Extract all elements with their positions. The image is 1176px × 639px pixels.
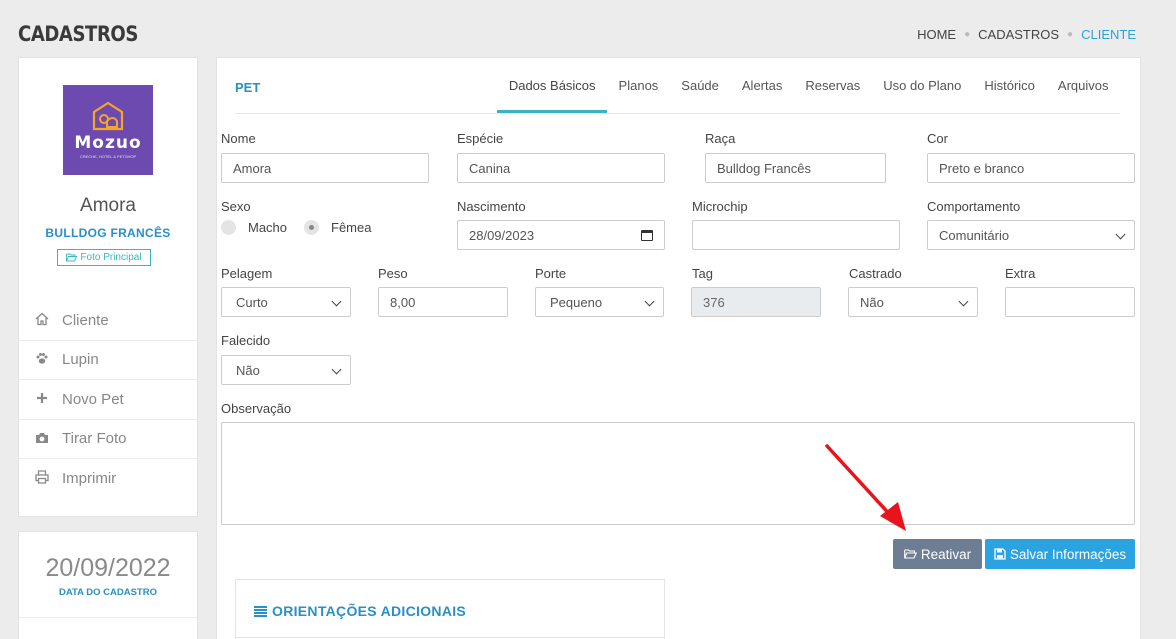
printer-icon xyxy=(34,470,50,487)
list-icon xyxy=(254,605,267,617)
camera-icon xyxy=(34,431,50,447)
tab-saude[interactable]: Saúde xyxy=(670,58,731,113)
main-photo-label: Foto Principal xyxy=(80,252,142,263)
side-item-cliente[interactable]: Cliente xyxy=(19,301,197,341)
dog-house-icon xyxy=(92,101,124,131)
comportamento-label: Comportamento xyxy=(927,199,1021,214)
extra-label: Extra xyxy=(1005,266,1036,281)
side-item-label: Lupin xyxy=(62,351,99,369)
castrado-select[interactable]: Não xyxy=(848,287,978,317)
radio-macho-label: Macho xyxy=(248,220,288,235)
sexo-femea-option[interactable]: Fêmea xyxy=(304,220,371,235)
falecido-select[interactable]: Não xyxy=(221,355,351,385)
tag-input: 376 xyxy=(691,287,821,317)
home-icon xyxy=(34,312,50,329)
tab-alertas[interactable]: Alertas xyxy=(730,58,793,113)
falecido-label: Falecido xyxy=(221,333,271,348)
tab-arquivos[interactable]: Arquivos xyxy=(1046,58,1120,113)
tag-label: Tag xyxy=(692,266,713,281)
nascimento-label: Nascimento xyxy=(457,199,526,214)
side-item-imprimir[interactable]: Imprimir xyxy=(19,459,197,499)
side-item-label: Tirar Foto xyxy=(62,430,127,448)
pet-name: Amora xyxy=(80,195,136,216)
additional-guidelines-title[interactable]: ORIENTAÇÕES ADICIONAIS xyxy=(254,603,466,619)
card-title: PET xyxy=(235,80,261,95)
microchip-label: Microchip xyxy=(692,199,748,214)
save-label: Salvar Informações xyxy=(1009,546,1127,562)
radio-macho[interactable] xyxy=(221,220,236,235)
tab-bar: Dados Básicos Planos Saúde Alertas Reser… xyxy=(497,58,1120,113)
tab-reservas[interactable]: Reservas xyxy=(794,58,872,113)
castrado-label: Castrado xyxy=(849,266,902,281)
comportamento-select[interactable]: Comunitário xyxy=(927,220,1135,250)
pet-breed: BULLDOG FRANCÊS xyxy=(45,226,171,240)
logo-text: Mozuo xyxy=(74,133,142,153)
nome-label: Nome xyxy=(221,131,256,146)
tab-uso-do-plano[interactable]: Uso do Plano xyxy=(872,58,973,113)
nascimento-date-input[interactable]: 28/09/2023 xyxy=(457,220,665,250)
divider xyxy=(236,637,664,638)
main-photo-button[interactable]: Foto Principal xyxy=(57,249,151,266)
side-item-novo-pet[interactable]: Novo Pet xyxy=(19,380,197,420)
especie-label: Espécie xyxy=(457,131,504,146)
extra-input[interactable] xyxy=(1005,287,1135,317)
folder-open-icon xyxy=(904,549,917,559)
paw-icon xyxy=(34,351,50,368)
side-item-lupin[interactable]: Lupin xyxy=(19,341,197,380)
especie-input[interactable]: Canina xyxy=(457,153,665,183)
side-item-label: Novo Pet xyxy=(62,390,124,408)
radio-femea[interactable] xyxy=(304,220,319,235)
pelagem-select[interactable]: Curto xyxy=(221,287,351,317)
radio-femea-label: Fêmea xyxy=(331,220,372,235)
microchip-input[interactable] xyxy=(692,220,900,250)
logo-tagline: CRECHE, HOTEL & PETSHOP xyxy=(79,154,137,159)
porte-select[interactable]: Pequeno xyxy=(535,287,664,317)
pet-profile-card: Mozuo CRECHE, HOTEL & PETSHOP Amora BULL… xyxy=(18,57,198,517)
registration-date-card: 20/09/2022 DATA DO CADASTRO xyxy=(18,531,198,639)
additional-guidelines-card: ORIENTAÇÕES ADICIONAIS xyxy=(235,579,665,639)
registration-date: 20/09/2022 xyxy=(45,554,171,582)
tab-planos[interactable]: Planos xyxy=(607,58,670,113)
nascimento-value: 28/09/2023 xyxy=(469,227,535,243)
breadcrumb-home[interactable]: HOME xyxy=(917,27,956,42)
side-menu: Cliente Lupin Novo Pet Tirar Foto Imprim… xyxy=(19,301,197,499)
save-button[interactable]: Salvar Informações xyxy=(985,539,1135,569)
cor-label: Cor xyxy=(927,131,948,146)
nome-input[interactable]: Amora xyxy=(221,153,429,183)
folder-open-icon xyxy=(66,253,78,262)
peso-label: Peso xyxy=(378,266,408,281)
divider xyxy=(19,617,197,618)
pet-photo: Mozuo CRECHE, HOTEL & PETSHOP xyxy=(63,85,153,175)
tab-dados-basicos[interactable]: Dados Básicos xyxy=(497,58,607,113)
reactivate-label: Reativar xyxy=(920,546,972,562)
raca-input[interactable]: Bulldog Francês xyxy=(705,153,886,183)
additional-guidelines-label: ORIENTAÇÕES ADICIONAIS xyxy=(272,603,467,619)
tabs-divider xyxy=(235,113,1120,114)
tab-historico[interactable]: Histórico xyxy=(973,58,1047,113)
page-title: CADASTROS xyxy=(18,22,138,46)
side-item-label: Cliente xyxy=(62,311,109,329)
breadcrumb-separator: ● xyxy=(964,29,971,40)
registration-date-label: DATA DO CADASTRO xyxy=(59,587,157,598)
calendar-icon[interactable] xyxy=(641,230,653,241)
side-item-tirar-foto[interactable]: Tirar Foto xyxy=(19,420,197,459)
save-icon xyxy=(994,548,1006,560)
observacao-textarea[interactable] xyxy=(221,422,1135,525)
observacao-label: Observação xyxy=(221,401,292,416)
breadcrumb-separator: ● xyxy=(1067,29,1074,40)
peso-input[interactable]: 8,00 xyxy=(378,287,508,317)
reactivate-button[interactable]: Reativar xyxy=(893,539,982,569)
raca-label: Raça xyxy=(705,131,736,146)
side-item-label: Imprimir xyxy=(62,470,117,488)
breadcrumb-cadastros[interactable]: CADASTROS xyxy=(978,27,1059,42)
breadcrumb: HOME ● CADASTROS ● CLIENTE xyxy=(917,27,1136,42)
sexo-label: Sexo xyxy=(221,199,251,214)
cor-input[interactable]: Preto e branco xyxy=(927,153,1135,183)
plus-icon xyxy=(34,391,50,407)
breadcrumb-cliente: CLIENTE xyxy=(1081,27,1136,42)
sexo-macho-option[interactable]: Macho xyxy=(221,220,287,235)
porte-label: Porte xyxy=(535,266,567,281)
pelagem-label: Pelagem xyxy=(221,266,273,281)
